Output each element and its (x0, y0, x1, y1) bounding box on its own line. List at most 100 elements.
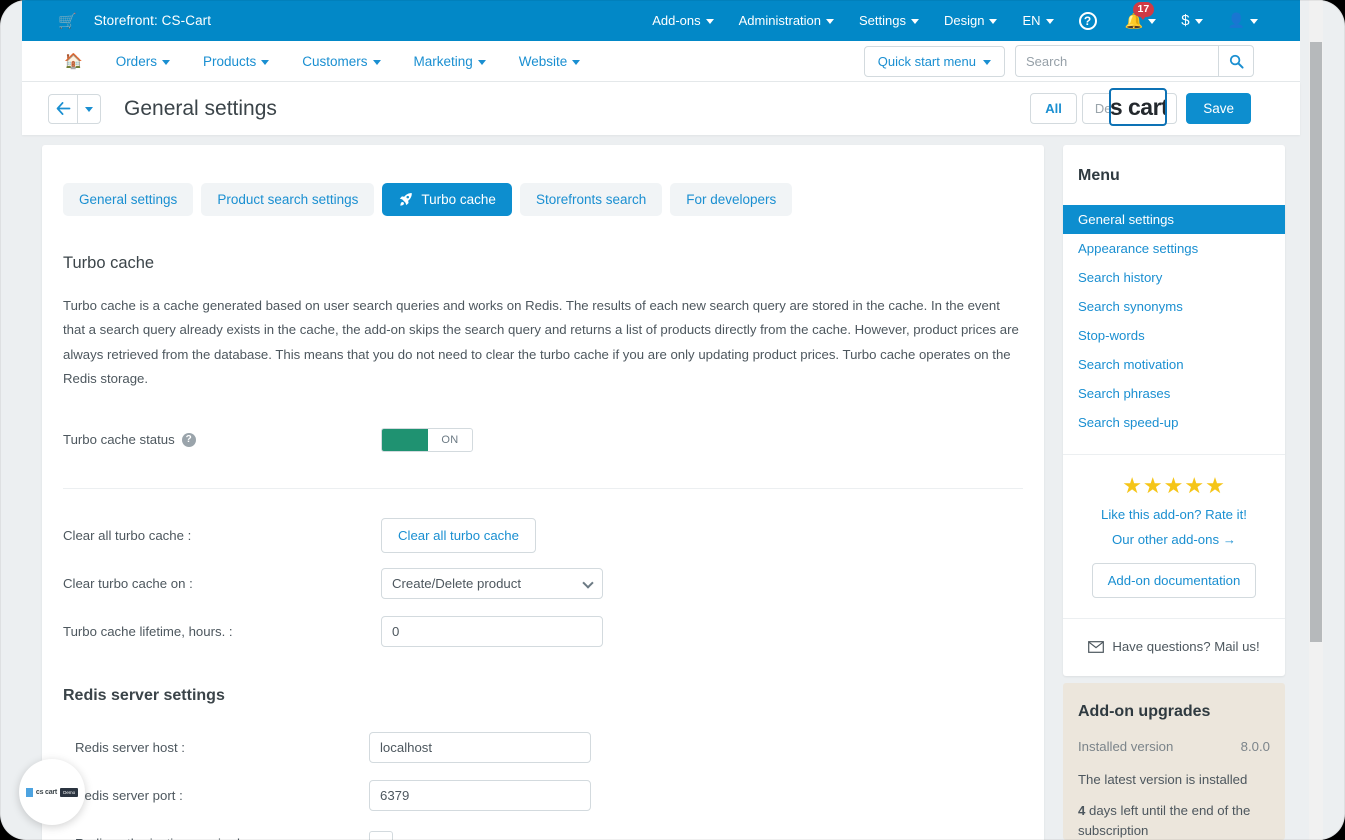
clear-turbo-cache-on-select[interactable] (381, 568, 603, 600)
page-scrollbar-thumb[interactable] (1310, 42, 1322, 642)
redis-port-row: Redis server port : (42, 775, 1044, 817)
notifications-button[interactable]: 🔔 17 (1125, 1, 1157, 30)
clear-all-turbo-cache-button[interactable]: Clear all turbo cache (381, 518, 536, 554)
sidebar-item-stop-words-label: Stop-words (1078, 328, 1145, 343)
arrow-left-icon (56, 102, 70, 115)
quick-start-menu-button[interactable]: Quick start menu (863, 45, 1005, 77)
search-box (1015, 45, 1254, 77)
clear-all-turbo-cache-row: Clear all turbo cache : Clear all turbo … (42, 515, 1044, 557)
topmenu-language-label: EN (1022, 13, 1041, 28)
redis-port-input[interactable] (369, 780, 591, 812)
back-button[interactable] (48, 93, 78, 124)
back-dropdown-button[interactable] (78, 93, 101, 124)
sidebar-item-general-settings-label: General settings (1078, 212, 1175, 227)
redis-host-input[interactable] (369, 732, 591, 764)
tab-for-developers-label: For developers (686, 192, 777, 207)
rate-addon-link[interactable]: Like this add-on? Rate it! (1077, 507, 1271, 522)
demo-badge: Demo (60, 787, 79, 797)
sidebar-item-appearance-settings[interactable]: Appearance settings (1063, 234, 1285, 263)
tab-general-settings[interactable]: General settings (63, 183, 194, 216)
topmenu-settings[interactable]: Settings (859, 13, 919, 28)
redis-auth-label-group: Redis authorization required : (63, 836, 369, 840)
chevron-down-icon (1045, 19, 1054, 24)
sidebar-item-search-speed-up[interactable]: Search speed-up (1063, 408, 1285, 437)
tab-for-developers[interactable]: For developers (670, 183, 793, 216)
nav-customers-label: Customers (302, 53, 368, 69)
sidebar-item-general-settings[interactable]: General settings (1063, 205, 1285, 234)
help-icon[interactable]: ? (181, 432, 196, 447)
nav-orders[interactable]: Orders (116, 54, 170, 69)
search-submit-button[interactable] (1218, 45, 1254, 77)
clear-turbo-cache-on-select-wrap (381, 568, 603, 600)
help-button[interactable]: ? (1078, 11, 1097, 30)
rocket-icon (400, 193, 413, 206)
topmenu-design[interactable]: Design (944, 13, 998, 28)
sidebar-item-search-phrases[interactable]: Search phrases (1063, 379, 1285, 408)
nav-products[interactable]: Products (202, 53, 270, 69)
sidebar-item-search-history-label: Search history (1078, 270, 1163, 285)
nav-customers[interactable]: Customers (302, 53, 381, 69)
sidebar-item-search-motivation[interactable]: Search motivation (1063, 350, 1285, 379)
cs-cart-logo-overlay-text: s cart (1109, 93, 1167, 120)
storefront-filter-all[interactable]: All (1030, 93, 1077, 124)
turbo-cache-status-label-group: Turbo cache status ? (63, 432, 381, 447)
envelope-icon (1088, 640, 1105, 653)
mail-us-row[interactable]: Have questions? Mail us! (1063, 618, 1285, 654)
nav-website[interactable]: Website (519, 54, 581, 69)
sidebar-item-appearance-settings-label: Appearance settings (1078, 241, 1199, 256)
turbo-cache-status-label: Turbo cache status (63, 432, 175, 448)
cs-cart-mark-icon (25, 787, 33, 797)
user-account-menu[interactable]: 👤 (1228, 12, 1258, 29)
storefront-title: Storefront: CS-Cart (93, 13, 212, 28)
topmenu-language[interactable]: EN (1022, 13, 1054, 28)
clear-all-turbo-cache-label: Clear all turbo cache : (63, 528, 192, 544)
cs-cart-logo-text: cs cart (35, 788, 58, 796)
rating-stars-icon[interactable]: ★★★★★ (1077, 475, 1271, 497)
demo-floating-widget[interactable]: cs cart Demo (19, 759, 85, 825)
divider (63, 487, 1023, 489)
addon-documentation-button[interactable]: Add-on documentation (1091, 563, 1257, 598)
chevron-down-icon (989, 19, 998, 24)
quick-start-menu-label: Quick start menu (877, 53, 976, 69)
page-title: General settings (124, 96, 277, 120)
turbo-cache-status-toggle[interactable]: ON (381, 427, 473, 452)
redis-auth-checkbox[interactable] (369, 831, 393, 840)
nav-marketing[interactable]: Marketing (414, 54, 486, 69)
tab-product-search-settings[interactable]: Product search settings (201, 183, 375, 216)
installed-version-value: 8.0.0 (1240, 739, 1270, 754)
turbo-cache-description: Turbo cache is a cache generated based o… (63, 298, 1019, 387)
nav-orders-label: Orders (115, 53, 157, 69)
tab-turbo-cache[interactable]: Turbo cache (382, 183, 512, 216)
sidebar-item-search-history[interactable]: Search history (1063, 263, 1285, 292)
top-bar: 🛒 Storefront: CS-Cart Add-ons Administra… (22, 0, 1300, 41)
tab-storefronts-search-label: Storefronts search (535, 192, 647, 207)
nav-products-label: Products (202, 53, 257, 69)
nav-marketing-label: Marketing (413, 53, 473, 69)
addon-upgrades-title: Add-on upgrades (1078, 703, 1211, 720)
turbo-cache-lifetime-input[interactable] (381, 616, 603, 648)
search-input[interactable] (1015, 45, 1218, 77)
installed-version-label: Installed version (1078, 739, 1174, 754)
topmenu-administration[interactable]: Administration (738, 13, 835, 28)
tab-storefronts-search[interactable]: Storefronts search (519, 183, 663, 216)
sidebar-item-stop-words[interactable]: Stop-words (1063, 321, 1285, 350)
chevron-down-icon (85, 107, 93, 112)
redis-host-label: Redis server host : (75, 740, 185, 756)
chevron-down-icon (826, 19, 835, 24)
back-button-group (48, 93, 101, 124)
browser-window: 🛒 Storefront: CS-Cart Add-ons Administra… (0, 0, 1345, 840)
currency-selector[interactable]: $ (1181, 12, 1203, 29)
sidebar-item-search-phrases-label: Search phrases (1078, 386, 1171, 401)
sidebar-item-search-synonyms-label: Search synonyms (1078, 299, 1183, 314)
redis-port-label-group: Redis server port : (63, 788, 369, 803)
toggle-state-label: ON (441, 433, 459, 446)
sidebar-item-search-synonyms[interactable]: Search synonyms (1063, 292, 1285, 321)
save-button[interactable]: Save (1186, 93, 1251, 124)
topmenu-add-ons[interactable]: Add-ons (652, 13, 714, 28)
redis-host-label-group: Redis server host : (63, 740, 369, 755)
redis-host-row: Redis server host : (42, 727, 1044, 769)
home-icon[interactable]: 🏠 (64, 52, 83, 70)
topmenu-administration-label: Administration (738, 13, 822, 28)
nav-website-label: Website (518, 53, 568, 69)
other-addons-link[interactable]: Our other add-ons → (1077, 532, 1271, 547)
